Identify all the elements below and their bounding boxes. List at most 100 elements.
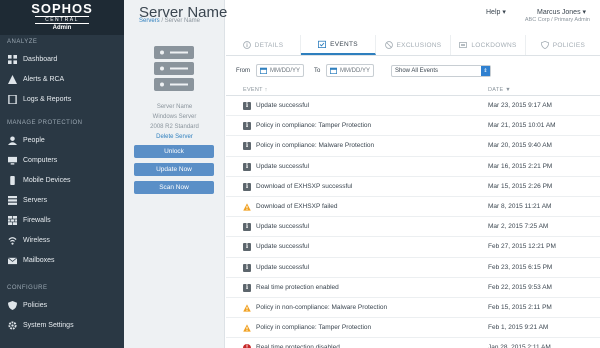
sidebar-section: CONFIGURE Policies System Settings — [0, 281, 124, 335]
table-row[interactable]: i Download of EXHSXP successful Mar 15, 20… — [226, 177, 600, 197]
sidebar-item-label: Wireless — [23, 236, 50, 244]
tab-lockdowns[interactable]: LOCKDOWNS — [451, 35, 526, 55]
info-icon: i — [243, 243, 251, 252]
sidebar-item-label: People — [23, 136, 45, 144]
table-row[interactable]: ! Real time protection disabled Jan 28, 20… — [226, 338, 600, 348]
event-text: Policy in compliance: Tamper Protection — [256, 122, 372, 130]
update-now-button[interactable]: Update Now — [134, 163, 214, 176]
from-date-placeholder: MM/DD/YY — [270, 67, 300, 74]
delete-server-link[interactable]: Delete Server — [124, 132, 225, 142]
tab-label: EXCLUSIONS — [396, 41, 442, 49]
sidebar-item-mailboxes[interactable]: Mailboxes — [0, 250, 124, 270]
tab-bar: DETAILS EVENTS EXCLUSIONS LOCKDOWNS POLICIES — [226, 35, 600, 56]
table-row[interactable]: Policy in non-compliance: Malware Protec… — [226, 298, 600, 319]
sidebar-item-label: System Settings — [23, 321, 74, 329]
event-date: Feb 15, 2015 2:11 PM — [488, 303, 552, 311]
chevron-down-icon: ⇕ — [481, 66, 490, 76]
col-event-header[interactable]: EVENT ↑ — [243, 87, 268, 93]
table-row[interactable]: Policy in compliance: Tamper Protection F… — [226, 318, 600, 339]
info-icon: i — [243, 102, 251, 110]
sidebar-item-firewalls[interactable]: Firewalls — [0, 210, 124, 230]
table-row[interactable]: Download of EXHSXP failed Mar 8, 2015 11:… — [226, 197, 600, 218]
table-row[interactable]: i Policy in compliance: Tamper Protection… — [226, 116, 600, 137]
server-icon — [154, 46, 194, 91]
shield-icon — [540, 41, 549, 49]
info-icon: i — [243, 122, 251, 131]
sidebar-item-dashboard[interactable]: Dashboard — [0, 49, 124, 69]
events-table-header: EVENT ↑ DATE ▼ — [226, 86, 600, 96]
to-date-placeholder: MM/DD/YY — [340, 67, 370, 74]
table-row[interactable]: i Update successful Mar 23, 2015 9:17 AM — [226, 96, 600, 117]
info-icon: i — [243, 223, 251, 232]
sidebar-item-wireless[interactable]: Wireless — [0, 230, 124, 250]
event-text: Policy in compliance: Tamper Protection — [256, 324, 372, 332]
sidebar-section-label: MANAGE PROTECTION — [7, 120, 83, 126]
event-date: Feb 23, 2015 6:15 PM — [488, 263, 553, 271]
table-row[interactable]: i Update successful Mar 16, 2015 2:21 PM — [226, 157, 600, 177]
event-date: Feb 1, 2015 9:21 AM — [488, 324, 549, 332]
sidebar-item-people[interactable]: People — [0, 130, 124, 150]
event-text: Download of EXHSXP failed — [256, 202, 338, 210]
server-os: Windows Server — [152, 114, 197, 120]
event-text: Real time protection enabled — [256, 283, 339, 291]
breadcrumb: Servers / Server Name — [139, 18, 200, 24]
event-date: Mar 8, 2015 11:21 AM — [488, 202, 552, 210]
brand-sub: CENTRAL — [35, 16, 89, 24]
sidebar-item-label: Logs & Reports — [23, 95, 72, 103]
sidebar-item-policies[interactable]: Policies — [0, 295, 124, 315]
tab-policies[interactable]: POLICIES — [526, 35, 600, 55]
brand-role: Admin — [52, 25, 72, 31]
event-text: Real time protection disabled — [256, 344, 340, 348]
from-date-input[interactable]: MM/DD/YY — [256, 64, 304, 77]
sidebar-item-computers[interactable]: Computers — [0, 150, 124, 170]
tab-label: DETAILS — [254, 41, 284, 49]
info-icon — [242, 41, 251, 49]
event-date: Feb 27, 2015 12:21 PM — [488, 243, 556, 251]
sidebar-item-mobile-devices[interactable]: Mobile Devices — [0, 170, 124, 190]
tab-events[interactable]: EVENTS — [301, 35, 376, 55]
info-icon: i — [243, 283, 251, 292]
sidebar-item-servers[interactable]: Servers — [0, 190, 124, 210]
sidebar-item-system-settings[interactable]: System Settings — [0, 315, 124, 335]
calendar-icon — [330, 67, 337, 74]
error-icon: ! — [243, 344, 251, 348]
to-date-input[interactable]: MM/DD/YY — [326, 64, 374, 77]
table-row[interactable]: i Update successful Feb 23, 2015 6:15 PM — [226, 258, 600, 278]
event-type-select[interactable]: Show All Events ⇕ — [391, 65, 491, 77]
firewall-icon — [7, 215, 17, 225]
sidebar-item-label: Dashboard — [23, 55, 58, 63]
unlock-button[interactable]: Unlock — [134, 145, 214, 158]
table-row[interactable]: i Update successful Mar 2, 2015 7:25 AM — [226, 217, 600, 238]
event-type-value: Show All Events — [395, 68, 439, 74]
sidebar-section-label: ANALYZE — [7, 39, 38, 45]
event-date: Feb 22, 2015 9:53 AM — [488, 283, 552, 291]
sidebar-section: MANAGE PROTECTION People Computers Mobile D… — [0, 116, 124, 270]
sidebar-item-alerts-rca[interactable]: Alerts & RCA — [0, 69, 124, 89]
col-date-header[interactable]: DATE ▼ — [488, 87, 511, 93]
computer-icon — [7, 155, 17, 165]
events-table: i Update successful Mar 23, 2015 9:17 AM i P… — [226, 96, 600, 348]
scan-now-button[interactable]: Scan Now — [134, 181, 214, 194]
event-date: Mar 21, 2015 10:01 AM — [488, 122, 556, 130]
mobile-icon — [7, 175, 17, 185]
warning-icon — [243, 203, 251, 211]
table-row[interactable]: i Policy in compliance: Malware Protectio… — [226, 136, 600, 157]
info-icon: i — [243, 263, 251, 272]
breadcrumb-servers-link[interactable]: Servers — [139, 18, 160, 24]
sidebar: SOPHOS CENTRAL Admin ANALYZE Dashboard Ale… — [0, 0, 124, 348]
event-date: Mar 16, 2015 2:21 PM — [488, 162, 553, 170]
sidebar-item-logs-reports[interactable]: Logs & Reports — [0, 89, 124, 109]
user-menu[interactable]: Marcus Jones ▾ — [537, 8, 586, 16]
info-icon: i — [243, 142, 251, 151]
server-name: Server Name — [156, 104, 193, 110]
table-row[interactable]: i Real time protection enabled Feb 22, 201… — [226, 278, 600, 298]
server-icon — [7, 195, 17, 205]
sophos-logo[interactable]: SOPHOS CENTRAL Admin — [0, 0, 124, 35]
org-label: ABC Corp / Primary Admin — [524, 17, 590, 23]
table-row[interactable]: i Update successful Feb 27, 2015 12:21 PM — [226, 237, 600, 258]
tab-exclusions[interactable]: EXCLUSIONS — [376, 35, 451, 55]
info-icon: i — [243, 162, 251, 171]
help-menu[interactable]: Help ▾ — [486, 8, 506, 16]
sidebar-item-label: Mobile Devices — [23, 176, 71, 184]
tab-details[interactable]: DETAILS — [226, 35, 301, 55]
